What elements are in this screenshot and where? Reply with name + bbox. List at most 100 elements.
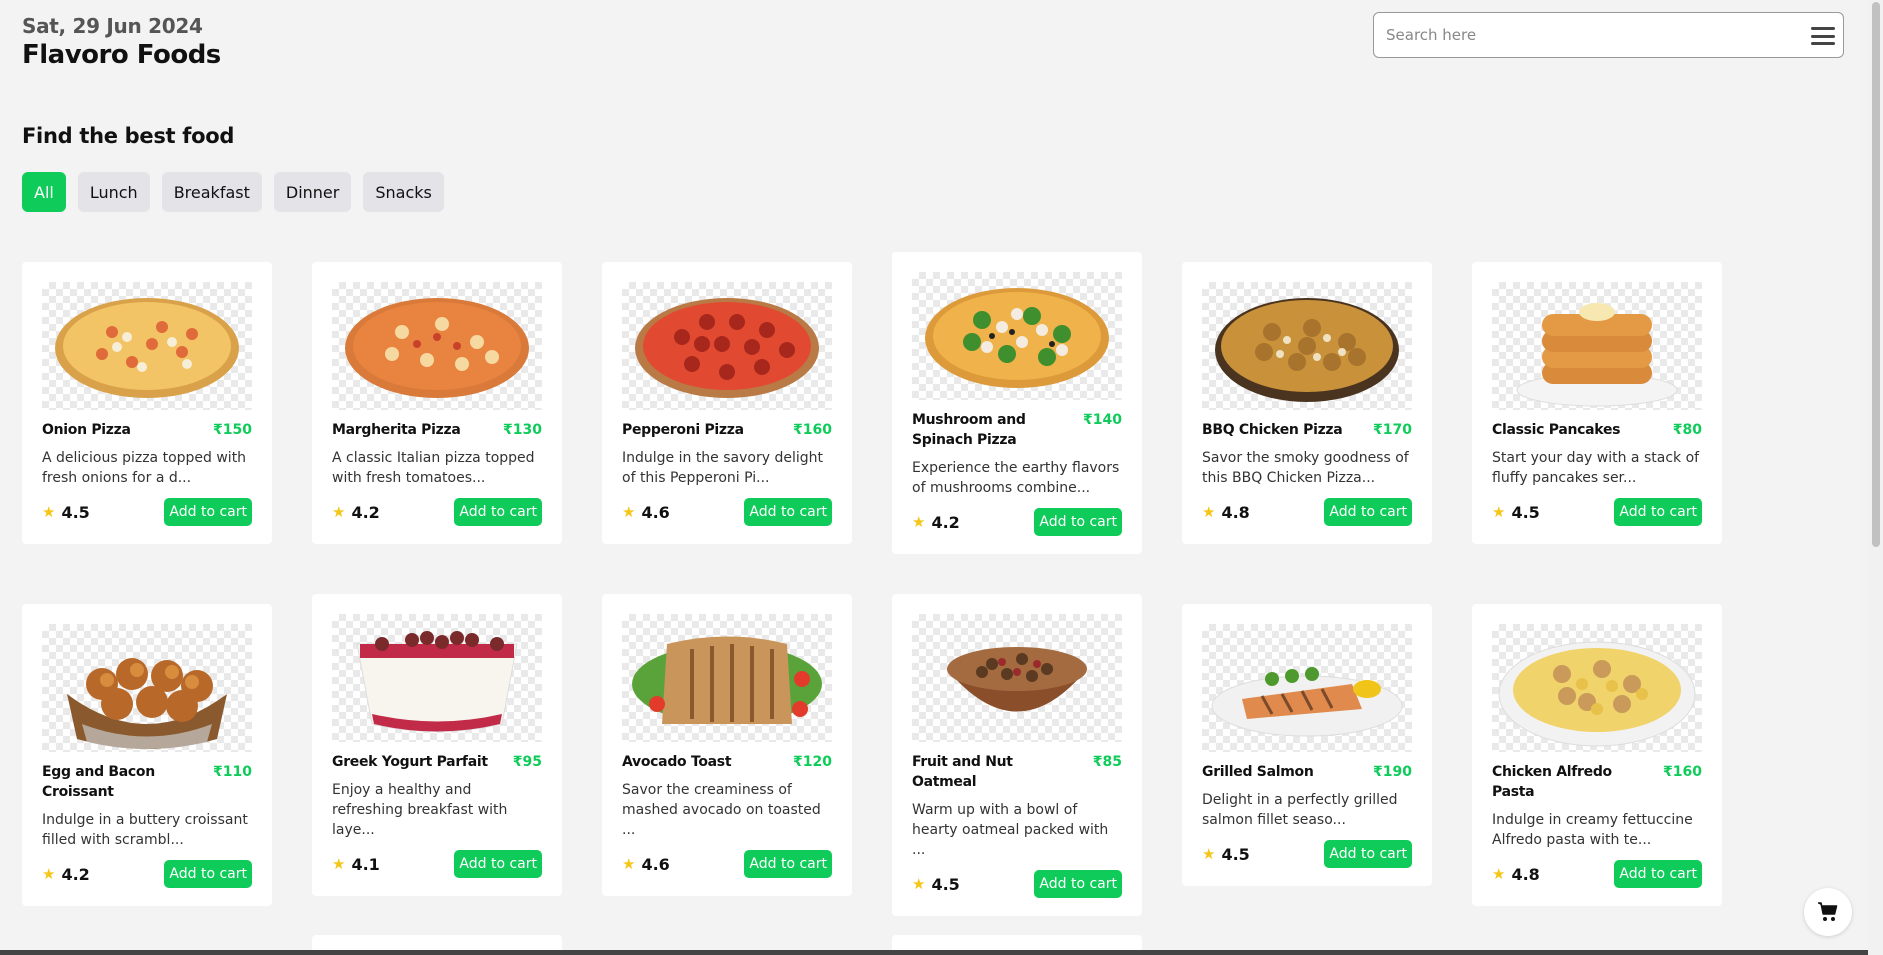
food-rating: ★ 4.8	[1492, 865, 1540, 884]
food-description: Experience the earthy flavors of mushroo…	[912, 460, 1120, 496]
food-image	[42, 624, 252, 752]
food-name: Pepperoni Pizza	[622, 422, 744, 438]
star-icon: ★	[332, 503, 346, 521]
food-price: ₹85	[1092, 754, 1122, 770]
page-scrollbar[interactable]	[1868, 0, 1883, 955]
add-to-cart-button[interactable]: Add to cart	[1034, 870, 1122, 898]
star-icon: ★	[912, 875, 926, 893]
food-rating: ★ 4.5	[912, 875, 960, 894]
food-description: Savor the creaminess of mashed avocado o…	[622, 782, 821, 838]
food-card: Egg and Bacon Croissant ₹110 Indulge in …	[22, 604, 272, 906]
add-to-cart-button[interactable]: Add to cart	[164, 860, 252, 888]
food-card: BBQ Chicken Pizza ₹170 Savor the smoky g…	[1182, 262, 1432, 544]
food-card: Grilled Salmon ₹190 Delight in a perfect…	[1182, 604, 1432, 886]
food-image	[622, 282, 832, 410]
food-price: ₹150	[213, 422, 252, 438]
food-description: A classic Italian pizza topped with fres…	[332, 450, 535, 486]
add-to-cart-button[interactable]: Add to cart	[1324, 498, 1412, 526]
rating-value: 4.5	[1511, 502, 1540, 522]
rating-value: 4.5	[1221, 844, 1250, 864]
tab-snacks[interactable]: Snacks	[363, 172, 444, 212]
food-price: ₹80	[1672, 422, 1702, 438]
star-icon: ★	[332, 855, 346, 873]
current-date: Sat, 29 Jun 2024	[22, 14, 203, 38]
food-description: Savor the smoky goodness of this BBQ Chi…	[1202, 450, 1409, 486]
food-card: Pepperoni Pizza ₹160 Indulge in the savo…	[602, 262, 852, 544]
food-rating: ★ 4.8	[1202, 503, 1250, 522]
bottom-edge	[0, 950, 1868, 955]
add-to-cart-button[interactable]: Add to cart	[1034, 508, 1122, 536]
search-box	[1373, 12, 1844, 58]
food-description: Indulge in a buttery croissant filled wi…	[42, 812, 248, 848]
rating-value: 4.1	[351, 854, 380, 874]
rating-value: 4.2	[931, 512, 960, 532]
food-card: Greek Yogurt Parfait ₹95 Enjoy a healthy…	[312, 594, 562, 896]
section-title: Find the best food	[22, 124, 235, 148]
food-image	[1492, 282, 1702, 410]
food-rating: ★ 4.5	[1492, 503, 1540, 522]
food-image	[1202, 624, 1412, 752]
tab-all[interactable]: All	[22, 172, 66, 212]
food-image	[912, 272, 1122, 400]
scrollbar-thumb[interactable]	[1872, 2, 1880, 547]
food-name: Onion Pizza	[42, 422, 131, 438]
food-rating: ★ 4.2	[42, 865, 90, 884]
food-price: ₹110	[213, 764, 252, 780]
add-to-cart-button[interactable]: Add to cart	[1614, 498, 1702, 526]
food-price: ₹120	[793, 754, 832, 770]
add-to-cart-button[interactable]: Add to cart	[454, 498, 542, 526]
page-header: Sat, 29 Jun 2024 Flavoro Foods	[22, 14, 221, 70]
rating-value: 4.6	[641, 502, 670, 522]
food-name: Grilled Salmon	[1202, 764, 1314, 780]
tab-breakfast[interactable]: Breakfast	[161, 172, 262, 212]
food-rating: ★ 4.6	[622, 503, 670, 522]
food-image	[332, 282, 542, 410]
add-to-cart-button[interactable]: Add to cart	[744, 498, 832, 526]
tab-lunch[interactable]: Lunch	[77, 172, 150, 212]
food-rating: ★ 4.5	[42, 503, 90, 522]
food-rating: ★ 4.6	[622, 855, 670, 874]
add-to-cart-button[interactable]: Add to cart	[164, 498, 252, 526]
star-icon: ★	[622, 855, 636, 873]
star-icon: ★	[42, 865, 56, 883]
food-card: Margherita Pizza ₹130 A classic Italian …	[312, 262, 562, 544]
cart-button[interactable]	[1804, 888, 1852, 936]
rating-value: 4.2	[351, 502, 380, 522]
food-description: Start your day with a stack of fluffy pa…	[1492, 450, 1700, 486]
food-name: Avocado Toast	[622, 754, 732, 770]
food-card: Avocado Toast ₹120 Savor the creaminess …	[602, 594, 852, 896]
food-name: Margherita Pizza	[332, 422, 461, 438]
tab-dinner[interactable]: Dinner	[273, 172, 352, 212]
star-icon: ★	[912, 513, 926, 531]
rating-value: 4.8	[1221, 502, 1250, 522]
food-price: ₹170	[1373, 422, 1412, 438]
food-rating: ★ 4.5	[1202, 845, 1250, 864]
food-card: Chicken Alfredo Pasta ₹160 Indulge in cr…	[1472, 604, 1722, 906]
food-price: ₹160	[793, 422, 832, 438]
star-icon: ★	[42, 503, 56, 521]
add-to-cart-button[interactable]: Add to cart	[1324, 840, 1412, 868]
food-card: Fruit and Nut Oatmeal ₹85 Warm up with a…	[892, 594, 1142, 916]
food-price: ₹140	[1083, 412, 1122, 428]
food-description: Indulge in the savory delight of this Pe…	[622, 450, 823, 486]
food-name: Classic Pancakes	[1492, 422, 1621, 438]
food-name: Fruit and Nut Oatmeal	[912, 754, 1013, 790]
food-description: Indulge in creamy fettuccine Alfredo pas…	[1492, 812, 1693, 848]
hamburger-menu-icon[interactable]	[1811, 27, 1835, 45]
food-image	[1202, 282, 1412, 410]
food-price: ₹95	[512, 754, 542, 770]
food-image	[42, 282, 252, 410]
food-name: Egg and Bacon Croissant	[42, 764, 155, 800]
rating-value: 4.5	[931, 874, 960, 894]
rating-value: 4.2	[61, 864, 90, 884]
star-icon: ★	[1202, 503, 1216, 521]
food-card: Mushroom and Spinach Pizza ₹140 Experien…	[892, 252, 1142, 554]
star-icon: ★	[1492, 865, 1506, 883]
add-to-cart-button[interactable]: Add to cart	[1614, 860, 1702, 888]
brand-title: Flavoro Foods	[22, 40, 221, 70]
add-to-cart-button[interactable]: Add to cart	[744, 850, 832, 878]
food-rating: ★ 4.2	[332, 503, 380, 522]
add-to-cart-button[interactable]: Add to cart	[454, 850, 542, 878]
search-input[interactable]	[1374, 13, 1794, 57]
food-name: Mushroom and Spinach Pizza	[912, 412, 1026, 448]
